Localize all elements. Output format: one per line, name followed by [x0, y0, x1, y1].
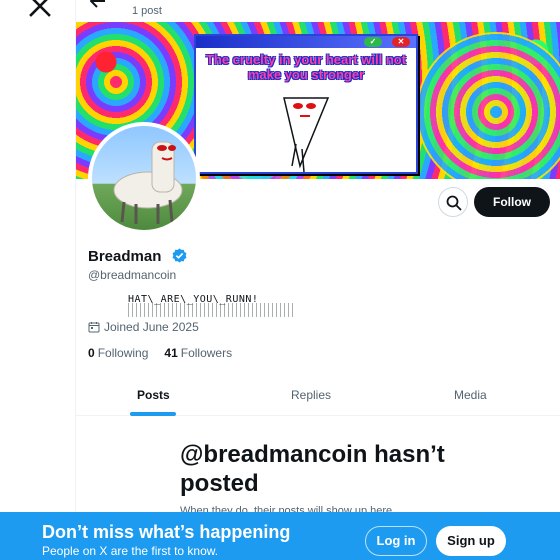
back-arrow-icon[interactable]	[90, 0, 106, 8]
breadman-figure-icon	[283, 97, 330, 173]
followers-label: Followers	[180, 346, 233, 360]
follow-button[interactable]: Follow	[474, 187, 550, 217]
tab-posts[interactable]: Posts	[137, 376, 170, 416]
popup-ok-icon: ✓	[364, 37, 382, 47]
join-date: Joined June 2025	[88, 320, 199, 334]
tab-replies[interactable]: Replies	[291, 376, 331, 416]
avatar-llama-icon	[113, 141, 183, 224]
signup-banner: Don’t miss what’s happening People on X …	[0, 512, 560, 560]
following-label: Following	[97, 346, 149, 360]
following-count: 0	[88, 346, 95, 360]
display-name: Breadman	[88, 248, 162, 265]
profile-tabs: Posts Replies Media	[76, 376, 560, 416]
join-date-text: Joined June 2025	[104, 320, 199, 334]
post-count: 1 post	[132, 5, 162, 17]
search-icon	[446, 195, 462, 211]
left-rail	[0, 0, 76, 560]
active-tab-indicator	[130, 412, 176, 416]
search-button[interactable]	[438, 187, 468, 217]
followers-count: 41	[164, 346, 178, 360]
popup-titlebar: ✓ ✕	[196, 36, 416, 48]
follow-stats: 0 Following 41 Followers	[88, 346, 232, 360]
popup-close-icon: ✕	[392, 37, 410, 47]
top-bar: 1 post	[76, 0, 560, 22]
login-button[interactable]: Log in	[365, 526, 427, 556]
avatar[interactable]	[88, 122, 200, 234]
following-link[interactable]: 0 Following	[88, 346, 148, 360]
bio-zalgo-marks	[128, 303, 293, 317]
empty-state-title: @breadmancoin hasn’t posted	[180, 441, 445, 497]
banner-popup-window: ✓ ✕ The cruelty in your heart will not m…	[194, 34, 418, 174]
followers-link[interactable]: 41 Followers	[164, 346, 232, 360]
tab-media[interactable]: Media	[454, 376, 487, 416]
signup-banner-title: Don’t miss what’s happening	[42, 522, 291, 542]
calendar-icon	[88, 322, 100, 333]
signup-banner-subtitle: People on X are the first to know.	[42, 544, 219, 558]
profile-main: 1 post ✓ ✕ The cruelty in your heart wil…	[76, 0, 560, 560]
banner-swirl	[416, 32, 560, 179]
handle: @breadmancoin	[88, 268, 177, 282]
x-logo-icon[interactable]	[28, 0, 52, 18]
signup-button[interactable]: Sign up	[436, 526, 506, 556]
popup-text: The cruelty in your heart will not make …	[205, 52, 407, 82]
verified-badge-icon[interactable]	[172, 248, 187, 263]
